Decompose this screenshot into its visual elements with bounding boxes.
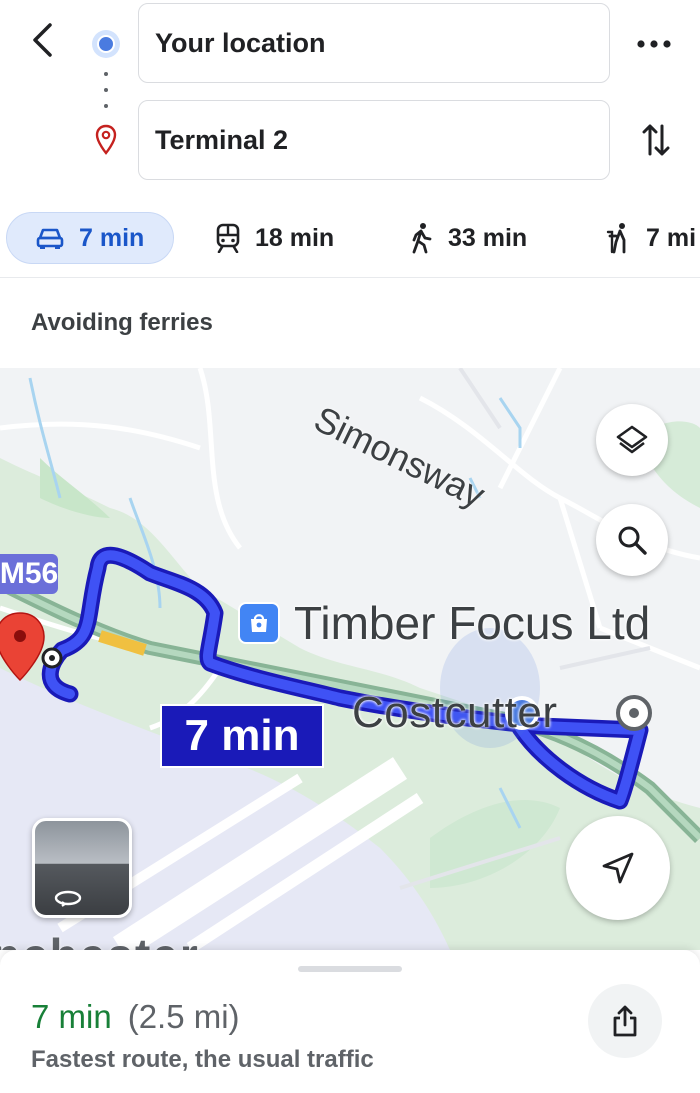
route-options-bar[interactable]: Avoiding ferries [0, 278, 700, 368]
share-button[interactable] [588, 984, 662, 1058]
tab-transit[interactable]: 18 min [215, 212, 334, 264]
drag-handle[interactable] [298, 966, 402, 972]
route-distance: (2.5 mi) [127, 998, 240, 1035]
origin-field-text: Your location [155, 27, 326, 58]
rotate-360-icon [54, 890, 82, 907]
ride-hail-icon [606, 223, 626, 254]
search-along-route-button[interactable] [596, 504, 668, 576]
walk-icon [412, 223, 432, 254]
search-icon [618, 526, 647, 555]
destination-pin-icon [95, 124, 117, 155]
route-summary-sheet[interactable]: 7 min (2.5 mi) Fastest route, the usual … [0, 950, 700, 1093]
destination-field[interactable]: Terminal 2 [138, 100, 610, 180]
street-view-thumbnail[interactable] [32, 818, 132, 918]
destination-field-text: Terminal 2 [155, 124, 289, 155]
train-icon [216, 223, 240, 253]
route-eta-badge[interactable]: 7 min [160, 704, 324, 768]
eta-time: 7 min [31, 998, 112, 1035]
shopping-bag-icon [238, 602, 280, 644]
route-connector-dots [104, 72, 108, 108]
share-icon [613, 1005, 637, 1037]
store-label-costcutter[interactable]: Costcutter [352, 688, 558, 738]
directions-header: Your location Terminal 2 [0, 0, 700, 200]
motorway-shield: M56 [0, 554, 58, 594]
my-location-button[interactable] [566, 816, 670, 920]
tab-driving[interactable]: 7 min [6, 212, 174, 264]
swap-locations-button[interactable] [634, 116, 678, 164]
swap-arrows-icon [642, 124, 670, 156]
map-layers-button[interactable] [596, 404, 668, 476]
map-view[interactable]: Simonsway M56 Timber Focus Ltd Costcutte… [0, 368, 700, 950]
tab-ride-hailing-label: 7 mi [646, 223, 697, 252]
poi-timber-focus[interactable]: Timber Focus Ltd [238, 596, 650, 650]
origin-field[interactable]: Your location [138, 3, 610, 83]
tab-walking[interactable]: 33 min [410, 212, 527, 264]
origin-location-dot-icon [92, 30, 120, 58]
tab-walking-label: 33 min [448, 223, 528, 252]
tab-transit-label: 18 min [255, 223, 335, 252]
car-icon [36, 228, 64, 249]
more-options-button[interactable] [632, 24, 676, 64]
back-arrow-icon [33, 23, 52, 57]
travel-mode-tabs: 7 min 18 min 33 min 7 mi [0, 200, 700, 278]
layers-icon [616, 425, 648, 454]
avoid-ferries-text: Avoiding ferries [31, 309, 213, 336]
tab-driving-label: 7 min [79, 223, 145, 252]
back-button[interactable] [22, 18, 62, 62]
poi-name-label: Timber Focus Ltd [294, 597, 651, 649]
navigation-arrow-icon [602, 852, 634, 884]
route-eta-summary: 7 min (2.5 mi) [31, 998, 240, 1036]
tab-ride-hailing[interactable]: 7 mi [604, 212, 696, 264]
route-description: Fastest route, the usual traffic [31, 1046, 374, 1073]
place-label-partial: nchester [0, 928, 200, 950]
more-dots-icon [637, 40, 671, 48]
